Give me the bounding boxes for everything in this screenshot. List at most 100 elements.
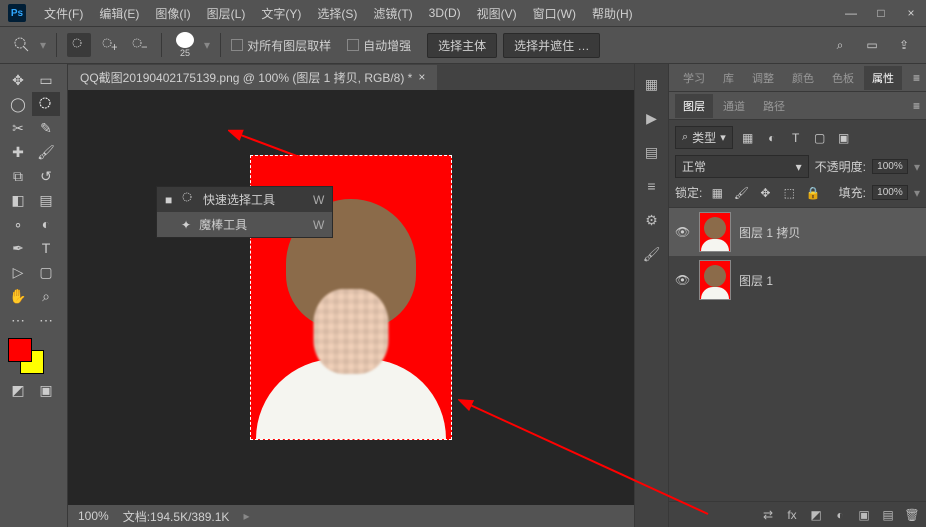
menu-filter[interactable]: 滤镜(T) — [365, 5, 420, 22]
brush-tool[interactable]: 🖌 — [32, 140, 60, 164]
lock-paint-icon[interactable]: 🖌 — [732, 185, 750, 201]
filter-image-icon[interactable]: ▦ — [739, 130, 757, 146]
trash-icon[interactable]: 🗑 — [904, 508, 920, 522]
tab-adjustments[interactable]: 调整 — [744, 66, 782, 90]
subtract-selection-icon[interactable]: − — [127, 33, 151, 57]
minimize-button[interactable]: — — [836, 0, 866, 26]
menu-file[interactable]: 文件(F) — [36, 5, 91, 22]
visibility-toggle-icon[interactable]: 👁 — [675, 225, 691, 239]
lock-artboard-icon[interactable]: ⬚ — [780, 185, 798, 201]
layer-name[interactable]: 图层 1 — [739, 272, 773, 289]
move-tool[interactable]: ✥ — [4, 68, 32, 92]
menu-window[interactable]: 窗口(W) — [525, 5, 584, 22]
crop-tool[interactable]: ✂ — [4, 116, 32, 140]
shape-tool[interactable]: ▢ — [32, 260, 60, 284]
eraser-tool[interactable]: ◧ — [4, 188, 32, 212]
panel-menu-icon[interactable]: ≡ — [913, 99, 920, 113]
menu-edit[interactable]: 编辑(E) — [91, 5, 147, 22]
maximize-button[interactable]: □ — [866, 0, 896, 26]
lock-position-icon[interactable]: ✥ — [756, 185, 774, 201]
blend-mode-dropdown[interactable]: 正常▾ — [675, 155, 809, 178]
filter-adjust-icon[interactable]: ◐ — [763, 130, 781, 146]
tab-libraries[interactable]: 库 — [715, 66, 742, 90]
tab-swatches[interactable]: 色板 — [824, 66, 862, 90]
hand-tool[interactable]: ✋ — [4, 284, 32, 308]
close-tab-icon[interactable]: × — [418, 70, 425, 84]
filter-shape-icon[interactable]: ▢ — [811, 130, 829, 146]
gradient-tool[interactable]: ▤ — [32, 188, 60, 212]
menu-view[interactable]: 视图(V) — [469, 5, 525, 22]
quick-select-tool[interactable] — [32, 92, 60, 116]
fx-icon[interactable]: fx — [784, 508, 800, 522]
type-tool[interactable]: T — [32, 236, 60, 260]
new-selection-icon[interactable] — [67, 33, 91, 57]
dodge-tool[interactable]: ◐ — [32, 212, 60, 236]
panel-menu-icon[interactable]: ≡ — [913, 71, 920, 85]
opacity-value[interactable]: 100% — [872, 159, 908, 174]
adjust-icon[interactable]: ⚙ — [640, 208, 664, 232]
menu-layer[interactable]: 图层(L) — [199, 5, 254, 22]
tab-paths[interactable]: 路径 — [755, 94, 793, 118]
menu-select[interactable]: 选择(S) — [309, 5, 365, 22]
eyedropper-tool[interactable]: ✎ — [32, 116, 60, 140]
filter-type-icon[interactable]: T — [787, 130, 805, 146]
new-layer-icon[interactable]: ▤ — [880, 508, 896, 522]
fill-value[interactable]: 100% — [872, 185, 908, 200]
layer-thumbnail[interactable] — [699, 260, 731, 300]
layer-filter-dropdown[interactable]: ⌕ 类型 ▾ — [675, 126, 733, 149]
adjustment-icon[interactable]: ◐ — [832, 508, 848, 522]
search-icon[interactable]: ⌕ — [828, 33, 852, 57]
add-selection-icon[interactable]: + — [97, 33, 121, 57]
color-swatches[interactable] — [8, 338, 63, 378]
marquee-tool[interactable]: ▭ — [32, 68, 60, 92]
menu-image[interactable]: 图像(I) — [147, 5, 198, 22]
link-icon[interactable]: ⇄ — [760, 508, 776, 522]
zoom-tool[interactable]: ⌕ — [32, 284, 60, 308]
more-tools[interactable]: ⋯ — [4, 308, 32, 332]
tab-properties[interactable]: 属性 — [864, 66, 902, 90]
swatch-icon[interactable]: ▤ — [640, 140, 664, 164]
foreground-color-swatch[interactable] — [8, 338, 32, 362]
tab-color[interactable]: 颜色 — [784, 66, 822, 90]
sample-all-layers-checkbox[interactable]: 对所有图层取样 — [231, 37, 331, 54]
close-button[interactable]: × — [896, 0, 926, 26]
stamp-tool[interactable]: ⧉ — [4, 164, 32, 188]
auto-enhance-checkbox[interactable]: 自动增强 — [347, 37, 411, 54]
share-icon[interactable]: ⇪ — [892, 33, 916, 57]
history-brush-tool[interactable]: ↺ — [32, 164, 60, 188]
tab-layers[interactable]: 图层 — [675, 94, 713, 118]
path-select-tool[interactable]: ▷ — [4, 260, 32, 284]
flyout-quick-select[interactable]: ■ 快速选择工具 W — [157, 187, 332, 212]
healing-tool[interactable]: ✚ — [4, 140, 32, 164]
menu-3d[interactable]: 3D(D) — [421, 6, 469, 20]
pen-tool[interactable]: ✒ — [4, 236, 32, 260]
menu-type[interactable]: 文字(Y) — [253, 5, 309, 22]
flyout-magic-wand[interactable]: ✦ 魔棒工具 W — [157, 212, 332, 237]
lock-all-icon[interactable]: 🔒 — [804, 185, 822, 201]
select-subject-button[interactable]: 选择主体 — [427, 33, 497, 58]
zoom-level[interactable]: 100% — [78, 509, 109, 523]
layer-row[interactable]: 👁 图层 1 拷贝 — [669, 208, 926, 256]
current-tool-icon[interactable] — [10, 33, 34, 57]
list-icon[interactable]: ≡ — [640, 174, 664, 198]
filter-smart-icon[interactable]: ▣ — [835, 130, 853, 146]
brush-panel-icon[interactable]: 🖌 — [640, 242, 664, 266]
frames-icon[interactable]: ▦ — [640, 72, 664, 96]
edit-toolbar[interactable]: ⋯ — [32, 308, 60, 332]
blur-tool[interactable]: ∘ — [4, 212, 32, 236]
canvas-viewport[interactable] — [68, 90, 634, 505]
menu-help[interactable]: 帮助(H) — [584, 5, 641, 22]
tab-learn[interactable]: 学习 — [675, 66, 713, 90]
screen-mode-tool[interactable]: ▣ — [32, 378, 60, 402]
lock-transparent-icon[interactable]: ▦ — [708, 185, 726, 201]
brush-preview[interactable]: 25 — [172, 32, 198, 58]
quick-mask-tool[interactable]: ◩ — [4, 378, 32, 402]
group-icon[interactable]: ▣ — [856, 508, 872, 522]
workspace-icon[interactable]: ▭ — [860, 33, 884, 57]
tab-channels[interactable]: 通道 — [715, 94, 753, 118]
visibility-toggle-icon[interactable]: 👁 — [675, 273, 691, 287]
layer-name[interactable]: 图层 1 拷贝 — [739, 224, 800, 241]
layer-thumbnail[interactable] — [699, 212, 731, 252]
layer-row[interactable]: 👁 图层 1 — [669, 256, 926, 304]
select-and-mask-button[interactable]: 选择并遮住 … — [503, 33, 600, 58]
